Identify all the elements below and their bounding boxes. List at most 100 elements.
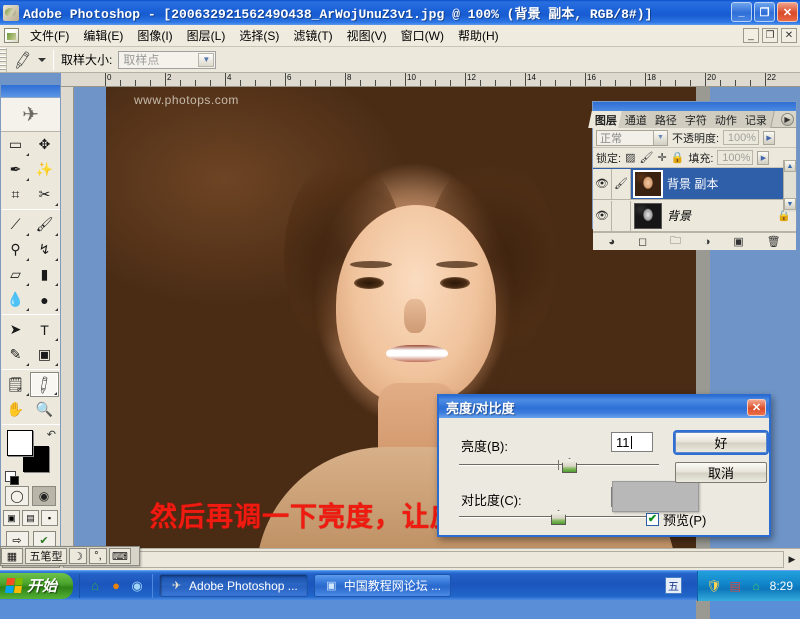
options-bar-grip[interactable] <box>0 47 7 72</box>
dialog-title-bar[interactable]: 亮度/对比度 ✕ <box>439 396 769 418</box>
menu-window[interactable]: 窗口(W) <box>394 25 451 46</box>
full-screen-button[interactable]: ▪ <box>41 510 58 526</box>
chevron-down-icon[interactable]: ▼ <box>653 130 667 145</box>
ime-logo-icon[interactable]: ▦ <box>1 548 23 564</box>
preview-checkbox[interactable]: ✔ <box>646 513 659 526</box>
layers-scrollbar[interactable]: ▲ ▼ <box>783 160 796 212</box>
layer-visibility-toggle[interactable]: 👁 <box>593 200 612 231</box>
soft-keyboard-icon[interactable]: ⌨ <box>109 548 131 564</box>
lock-image-icon[interactable]: 🖌 <box>639 151 653 164</box>
taskbar-clock[interactable]: 8:29 <box>770 579 793 593</box>
menu-select[interactable]: 选择(S) <box>232 25 286 46</box>
layer-row-background-copy[interactable]: 👁 🖌 背景 副本 <box>593 168 796 200</box>
shape-tool[interactable]: ▣ <box>30 342 59 367</box>
network-icon[interactable]: ⌂ <box>749 579 764 594</box>
half-shape-icon[interactable]: ☽ <box>69 548 87 564</box>
move-tool[interactable]: ✥ <box>30 132 59 157</box>
lock-all-icon[interactable]: 🔒 <box>671 151 685 164</box>
menu-image[interactable]: 图像(I) <box>130 25 179 46</box>
lasso-tool[interactable]: ✒ <box>1 157 30 182</box>
brush-tool[interactable]: 🖌 <box>30 212 59 237</box>
ime-tray-indicator[interactable]: 五 <box>665 577 682 594</box>
type-tool[interactable]: T <box>30 317 59 342</box>
tab-history[interactable]: 记录 <box>738 111 775 128</box>
close-icon[interactable]: ✕ <box>747 398 766 416</box>
desktop-icon[interactable]: ⌂ <box>87 578 103 594</box>
firefox-icon[interactable]: ● <box>108 578 124 594</box>
dodge-tool[interactable]: ● <box>30 287 59 312</box>
minimize-button[interactable]: _ <box>731 2 752 22</box>
menu-edit[interactable]: 编辑(E) <box>76 25 130 46</box>
mdi-restore-button[interactable]: ❐ <box>762 28 778 43</box>
menu-view[interactable]: 视图(V) <box>340 25 394 46</box>
swap-colors-icon[interactable]: ↶ <box>47 428 56 441</box>
slider-thumb[interactable] <box>551 510 566 525</box>
chevron-down-icon[interactable] <box>38 57 46 62</box>
scroll-down-arrow[interactable]: ▼ <box>784 198 796 210</box>
path-selection-tool[interactable]: ➤ <box>1 317 30 342</box>
pen-tool[interactable]: ✎ <box>1 342 30 367</box>
layer-row-background[interactable]: 👁 背景 🔒 <box>593 200 796 232</box>
adjustment-layer-icon[interactable]: ◑ <box>704 236 711 248</box>
layer-link-toggle[interactable]: 🖌 <box>612 168 631 199</box>
hand-tool[interactable]: ✋ <box>1 397 30 422</box>
gradient-tool[interactable]: ▮ <box>30 262 59 287</box>
layer-style-icon[interactable]: ◕ <box>608 236 615 248</box>
marquee-tool[interactable]: ▭ <box>1 132 30 157</box>
eyedropper-tool[interactable]: 🖍 <box>30 372 59 397</box>
menu-layer[interactable]: 图层(L) <box>180 25 233 46</box>
layer-visibility-toggle[interactable]: 👁 <box>593 168 612 199</box>
eraser-tool[interactable]: ▱ <box>1 262 30 287</box>
antivirus-icon[interactable]: ▤ <box>728 579 743 594</box>
fill-input[interactable]: 100% <box>717 150 754 165</box>
opacity-input[interactable]: 100% <box>723 130 760 145</box>
healing-brush-tool[interactable]: ⟋ <box>1 212 30 237</box>
sample-size-select[interactable]: 取样点 ▼ <box>118 50 217 69</box>
layer-name[interactable]: 背景 <box>667 207 777 224</box>
fill-stepper[interactable]: ▶ <box>757 150 770 165</box>
start-button[interactable]: 开始 <box>0 572 74 599</box>
crop-tool[interactable]: ⌗ <box>1 182 30 207</box>
layer-link-toggle[interactable] <box>612 200 631 231</box>
contrast-slider[interactable] <box>459 510 659 525</box>
restore-button[interactable]: ❐ <box>754 2 775 22</box>
palette-menu-icon[interactable]: ▶ <box>781 113 794 126</box>
magic-wand-tool[interactable]: ✨ <box>30 157 59 182</box>
new-group-icon[interactable]: 🗀 <box>670 232 681 251</box>
slice-tool[interactable]: ✂ <box>30 182 59 207</box>
media-player-icon[interactable]: ◉ <box>129 578 145 594</box>
quick-mask-button[interactable]: ◉ <box>32 486 56 506</box>
standard-mask-button[interactable]: ◯ <box>5 486 29 506</box>
shield-icon[interactable]: 🛡 <box>707 579 722 594</box>
cancel-button[interactable]: 取消 <box>675 462 767 483</box>
menu-help[interactable]: 帮助(H) <box>451 25 506 46</box>
chevron-down-icon[interactable]: ▼ <box>198 52 215 67</box>
menu-filter[interactable]: 滤镜(T) <box>286 25 339 46</box>
lock-transparency-icon[interactable]: ▨ <box>625 151 635 164</box>
palette-title-bar[interactable] <box>593 102 796 111</box>
taskbar-item-photoshop[interactable]: ✈ Adobe Photoshop ... <box>159 574 308 597</box>
preview-checkbox-row[interactable]: ✔ 预览(P) <box>646 510 706 529</box>
toolbox-title-bar[interactable] <box>1 85 60 98</box>
lock-position-icon[interactable]: ✛ <box>657 151 666 164</box>
punctuation-icon[interactable]: °, <box>89 548 107 564</box>
scroll-up-arrow[interactable]: ▲ <box>784 160 796 172</box>
blur-tool[interactable]: 💧 <box>1 287 30 312</box>
history-brush-tool[interactable]: ↯ <box>30 237 59 262</box>
status-expand-arrow[interactable]: ▶ <box>784 551 800 568</box>
mdi-minimize-button[interactable]: _ <box>743 28 759 43</box>
slider-thumb[interactable] <box>562 458 577 473</box>
menu-file[interactable]: 文件(F) <box>23 25 76 46</box>
foreground-color-swatch[interactable] <box>7 430 33 456</box>
brightness-slider[interactable] <box>459 458 659 473</box>
ime-method-label[interactable]: 五笔型 <box>25 548 67 564</box>
ok-button[interactable]: 好 <box>675 432 767 453</box>
layer-name[interactable]: 背景 副本 <box>667 175 796 192</box>
notes-tool[interactable]: 🗒 <box>1 372 30 397</box>
taskbar-item-browser[interactable]: ▣ 中国教程网论坛 ... <box>313 574 452 597</box>
standard-screen-button[interactable]: ▣ <box>3 510 20 526</box>
layer-mask-icon[interactable]: ◻ <box>638 235 647 248</box>
new-layer-icon[interactable]: ▣ <box>733 235 743 248</box>
brightness-input[interactable]: 11 <box>611 432 653 452</box>
close-button[interactable]: ✕ <box>777 2 798 22</box>
